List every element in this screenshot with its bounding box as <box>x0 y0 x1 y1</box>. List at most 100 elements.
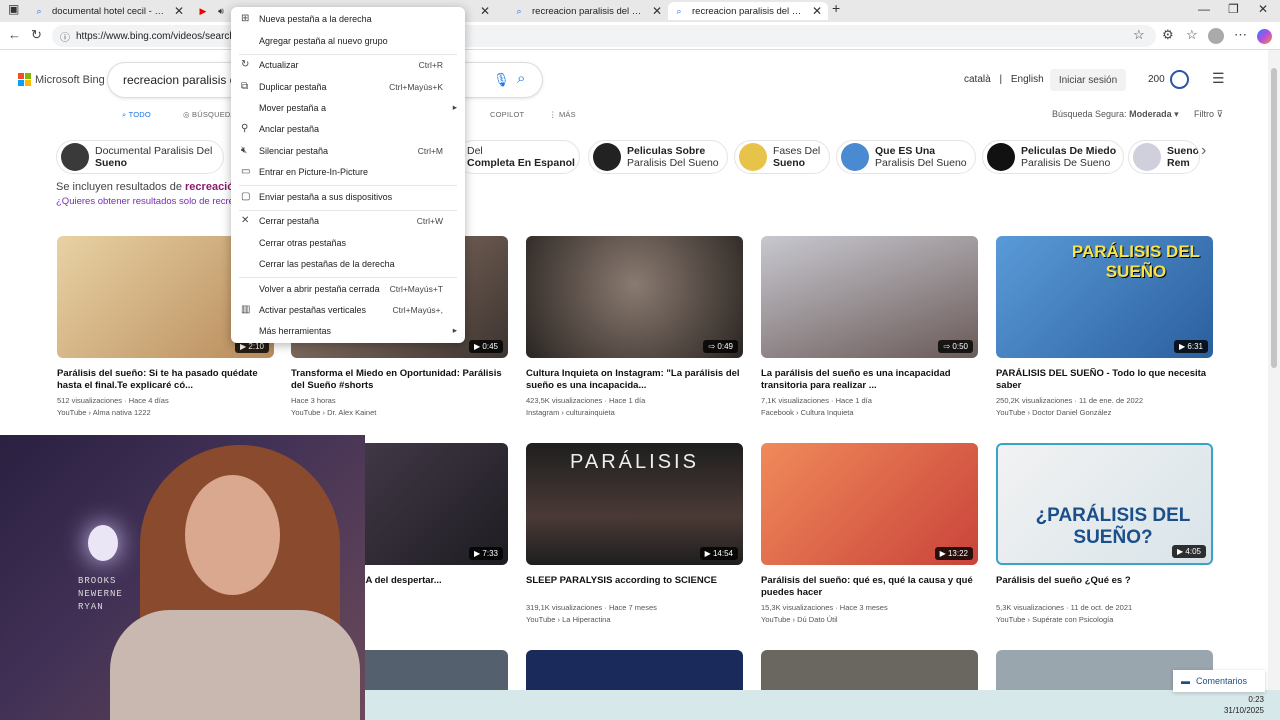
thumbnail-title-art: PARÁLISIS DEL SUEÑO <box>1071 242 1201 281</box>
more-icon[interactable]: ⋯ <box>1234 27 1247 43</box>
comments-button[interactable]: ▬ Comentarios <box>1173 670 1265 692</box>
tab-hidden[interactable]: ✕ <box>468 2 506 20</box>
video-thumbnail[interactable]: ▶ 13:22 <box>761 443 978 565</box>
video-title[interactable]: La parálisis del sueño es una incapacida… <box>761 368 978 392</box>
info-icon[interactable]: ⓘ <box>60 29 70 44</box>
video-card[interactable]: ▶ 13:22 Parálisis del sueño: qué es, qué… <box>761 443 978 624</box>
menu-item-move-tab[interactable]: Mover pestaña a ▸ <box>231 97 465 118</box>
lang-ca-link[interactable]: català <box>964 74 991 85</box>
video-card[interactable]: ¿PARÁLISIS DEL SUEÑO? ▶ 4:05 Parálisis d… <box>996 443 1213 624</box>
menu-item-pin[interactable]: ⚲ Anclar pestaña <box>231 118 465 139</box>
related-chip[interactable]: Peliculas De Miedo Paralisis De Sueno <box>982 140 1124 174</box>
close-tab-icon[interactable]: ✕ <box>812 4 822 18</box>
menu-item-refresh[interactable]: ↻ Actualizar Ctrl+R <box>231 54 465 75</box>
menu-item-close-tab[interactable]: ✕ Cerrar pestaña Ctrl+W <box>231 210 465 231</box>
new-tab-button[interactable]: + <box>832 0 840 16</box>
spell-info: Se incluyen resultados de recreación <box>56 181 241 193</box>
login-button[interactable]: Iniciar sesión <box>1050 69 1126 91</box>
menu-item-close-right[interactable]: Cerrar las pestañas de la derecha <box>231 253 465 274</box>
video-title[interactable]: Parálisis del sueño: qué es, qué la caus… <box>761 575 978 599</box>
related-chip[interactable]: Documental Paralisis Del Sueno <box>56 140 224 174</box>
extensions-icon[interactable]: ⚙ <box>1162 27 1174 43</box>
video-thumbnail[interactable]: PARÁLISIS DEL SUEÑO ▶ 6:31 <box>996 236 1213 358</box>
favorite-star-icon[interactable]: ☆ <box>1133 27 1145 43</box>
tab-paralisis-active[interactable]: ⌕ recreacion paralisis del sueño - Bi ✕ <box>668 2 828 20</box>
system-clock[interactable]: 0:23 31/10/2025 <box>1224 694 1264 716</box>
tab-actions-icon[interactable]: ▣ <box>8 2 19 16</box>
maximize-button[interactable]: ❐ <box>1228 2 1239 16</box>
related-chip[interactable]: Peliculas Sobre Paralisis Del Sueno <box>588 140 728 174</box>
nav-copilot[interactable]: COPILOT <box>490 110 524 119</box>
related-chip[interactable]: Fases Del Sueno <box>734 140 830 174</box>
video-card[interactable]: ⇨ 0:49 Cultura Inquieta on Instagram: "L… <box>526 236 743 417</box>
menu-item-send-devices[interactable]: ▢ Enviar pestaña a sus dispositivos <box>231 186 465 207</box>
video-thumbnail[interactable]: ⇨ 0:49 <box>526 236 743 358</box>
video-card[interactable]: PARÁLISIS DEL SUEÑO ▶ 6:31 PARÁLISIS DEL… <box>996 236 1213 417</box>
video-thumbnail[interactable]: ⇨ 0:50 <box>761 236 978 358</box>
favorites-icon[interactable]: ☆ <box>1186 27 1198 43</box>
menu-item-close-others[interactable]: Cerrar otras pestañas <box>231 232 465 253</box>
youtube-icon: ▶ <box>199 5 207 16</box>
close-tab-icon[interactable]: ✕ <box>652 4 662 18</box>
video-thumbnail[interactable] <box>761 650 978 690</box>
nav-all[interactable]: ⌕ TODO <box>122 110 151 120</box>
video-title[interactable]: SLEEP PARALYSIS according to SCIENCE <box>526 575 743 599</box>
chevron-right-icon[interactable]: › <box>1201 142 1206 160</box>
video-title[interactable]: PARÁLISIS DEL SUEÑO - Todo lo que necesi… <box>996 368 1213 392</box>
safe-search[interactable]: Búsqueda Segura: Moderada ▾ <box>1052 109 1179 120</box>
tab-youtube[interactable]: ▶ 🔊︎ <box>192 2 230 20</box>
rewards-points[interactable]: 200 <box>1148 74 1165 85</box>
video-card[interactable]: PARÁLISIS ▶ 14:54 SLEEP PARALYSIS accord… <box>526 443 743 624</box>
address-bar[interactable]: ⓘ https://www.bing.com/videos/search? <box>52 25 1156 47</box>
copilot-icon[interactable] <box>1257 29 1272 44</box>
video-title[interactable]: Transforma el Miedo en Oportunidad: Pará… <box>291 368 508 392</box>
related-chip[interactable]: Del Completa En Espanol <box>456 140 580 174</box>
tab-hotel-cecil[interactable]: ⌕ documental hotel cecil - Búsqueda ✕ <box>28 2 190 20</box>
nav-search[interactable]: ◎ BÚSQUEDA <box>183 110 236 119</box>
menu-item-new-tab-right[interactable]: ⊞ Nueva pestaña a la derecha <box>231 8 465 29</box>
related-chip[interactable]: Sueno Rem <box>1128 140 1200 174</box>
rewards-icon[interactable] <box>1170 70 1189 89</box>
video-stats: 250,2K visualizaciones · 11 de ene. de 2… <box>996 396 1144 405</box>
webcam-overlay: BROOKS NEWERNE RYAN <box>0 435 365 720</box>
back-icon[interactable]: ← <box>8 27 21 42</box>
speaker-icon[interactable]: 🔊︎ <box>216 6 226 16</box>
video-title[interactable]: Cultura Inquieta on Instagram: "La parál… <box>526 368 743 392</box>
menu-item-duplicate[interactable]: ⧉ Duplicar pestaña Ctrl+Mayús+K <box>231 76 465 97</box>
menu-item-more-tools[interactable]: Más herramientas ▸ <box>231 320 465 341</box>
scrollbar[interactable] <box>1268 50 1280 690</box>
refresh-icon[interactable]: ↻ <box>31 27 42 43</box>
video-title[interactable]: Parálisis del sueño ¿Qué es ? <box>996 575 1213 599</box>
video-source: YouTube › Alma nativa 1222 <box>57 408 151 417</box>
lang-en-link[interactable]: English <box>1011 74 1044 85</box>
filter-button[interactable]: Filtro ⊽ <box>1194 109 1223 120</box>
scrollbar-thumb[interactable] <box>1271 68 1277 368</box>
cloud-lamp-image <box>88 525 118 561</box>
video-card[interactable]: ⇨ 0:50 La parálisis del sueño es una inc… <box>761 236 978 417</box>
nav-more[interactable]: ⋮ MÁS <box>549 110 576 119</box>
profile-avatar[interactable] <box>1208 28 1224 44</box>
video-duration: ⇨ 0:50 <box>938 340 973 353</box>
video-thumbnail[interactable] <box>526 650 743 690</box>
close-window-button[interactable]: ✕ <box>1258 2 1268 16</box>
devices-icon: ▢ <box>241 191 251 202</box>
close-tab-icon[interactable]: ✕ <box>174 4 184 18</box>
menu-item-mute[interactable]: 🔇︎ Silenciar pestaña Ctrl+M <box>231 140 465 161</box>
menu-item-vertical-tabs[interactable]: ▥ Activar pestañas verticales Ctrl+Mayús+, <box>231 299 465 320</box>
video-title[interactable]: Parálisis del sueño: Si te ha pasado qué… <box>57 368 274 392</box>
bing-logo[interactable]: Microsoft Bing <box>18 73 105 86</box>
menu-item-reopen-closed[interactable]: Volver a abrir pestaña cerrada Ctrl+Mayús… <box>231 278 465 299</box>
search-icon[interactable]: ⌕ <box>517 70 525 87</box>
menu-item-pip[interactable]: ▭ Entrar en Picture-In-Picture <box>231 161 465 182</box>
video-source: YouTube › La Hiperactina <box>526 615 611 624</box>
tab-paralisis-1[interactable]: ⌕ recreacion paralisis del sueño - B ✕ <box>508 2 668 20</box>
close-tab-icon[interactable]: ✕ <box>480 4 490 18</box>
video-thumbnail[interactable]: PARÁLISIS ▶ 14:54 <box>526 443 743 565</box>
related-chip[interactable]: Que ES Una Paralisis Del Sueno <box>836 140 976 174</box>
microphone-icon[interactable]: 🎙︎ <box>493 72 510 88</box>
video-thumbnail[interactable]: ¿PARÁLISIS DEL SUEÑO? ▶ 4:05 <box>996 443 1213 565</box>
minimize-button[interactable]: — <box>1198 2 1210 16</box>
new-tab-icon: ⊞ <box>241 13 250 24</box>
hamburger-menu-icon[interactable]: ☰ <box>1212 70 1225 87</box>
menu-item-add-to-group[interactable]: Agregar pestaña al nuevo grupo <box>231 30 465 51</box>
